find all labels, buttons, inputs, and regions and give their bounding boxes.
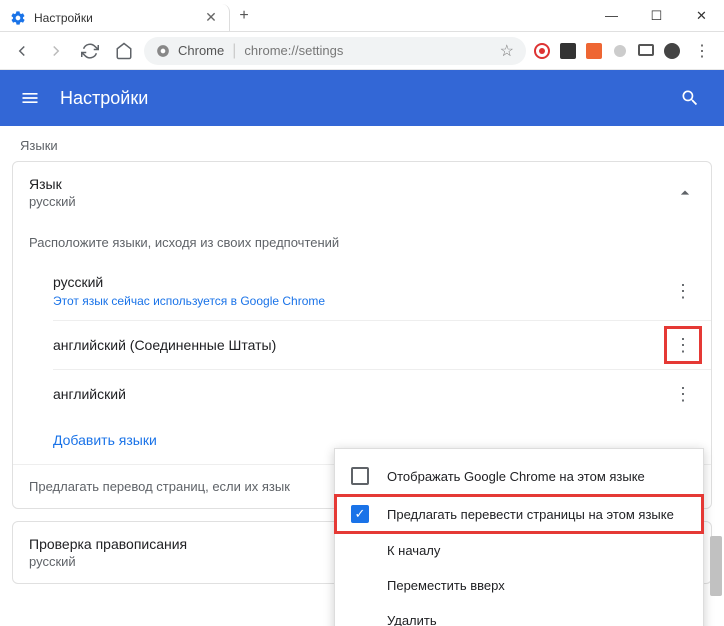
cast-icon[interactable] [636,41,656,61]
language-label: Язык [29,176,675,192]
browser-tab[interactable]: Настройки ✕ [0,4,230,31]
language-row: английский (Соединенные Штаты) ⋮ [53,321,711,370]
browser-menu-button[interactable]: ⋮ [688,41,716,61]
menu-offer-translate[interactable]: ✓ Предлагать перевести страницы на этом … [335,495,703,533]
menu-item-label: Отображать Google Chrome на этом языке [387,469,645,484]
search-icon[interactable] [680,88,704,108]
scrollbar-thumb[interactable] [710,536,722,596]
new-tab-button[interactable]: + [230,0,258,31]
language-name: английский [53,386,671,402]
omnibox-origin: Chrome [178,43,224,58]
language-hint: Расположите языки, исходя из своих предп… [13,223,711,262]
profile-avatar-icon[interactable] [662,41,682,61]
menu-move-up[interactable]: Переместить вверх [335,568,703,603]
tab-title: Настройки [34,11,195,25]
menu-item-label: Предлагать перевести страницы на этом яз… [387,507,674,522]
settings-gear-icon [10,10,26,26]
extension-icon-3[interactable] [584,41,604,61]
kebab-menu-icon[interactable]: ⋮ [671,382,695,406]
close-button[interactable]: ✕ [679,0,724,31]
language-context-menu: Отображать Google Chrome на этом языке ✓… [334,448,704,626]
settings-header: Настройки [0,70,724,126]
kebab-menu-icon[interactable]: ⋮ [671,333,695,357]
maximize-button[interactable]: ☐ [634,0,679,31]
menu-to-top[interactable]: К началу [335,533,703,568]
language-list: русский Этот язык сейчас используется в … [13,262,711,418]
language-name: русский [53,274,671,290]
minimize-button[interactable]: — [589,0,634,31]
chrome-icon [156,44,170,58]
checkbox-unchecked-icon[interactable] [351,467,369,485]
add-language-link[interactable]: Добавить языки [53,432,157,448]
menu-hamburger-icon[interactable] [20,88,44,108]
language-value: русский [29,194,675,209]
chevron-up-icon [675,183,695,203]
section-label: Языки [12,126,712,161]
extension-icon-1[interactable] [532,41,552,61]
extension-icon-4[interactable] [610,41,630,61]
home-button[interactable] [110,37,138,65]
omnibox-url: chrome://settings [244,43,343,58]
language-name: английский (Соединенные Штаты) [53,337,671,353]
page-title: Настройки [60,88,680,109]
menu-item-label: К началу [387,543,440,558]
kebab-menu-icon[interactable]: ⋮ [671,279,695,303]
menu-display-chrome[interactable]: Отображать Google Chrome на этом языке [335,457,703,495]
tab-close-icon[interactable]: ✕ [203,10,219,26]
bookmark-star-icon[interactable]: ☆ [500,41,514,61]
checkbox-checked-icon[interactable]: ✓ [351,505,369,523]
address-bar[interactable]: Chrome | chrome://settings ☆ [144,37,526,65]
menu-item-label: Переместить вверх [387,578,505,593]
menu-delete[interactable]: Удалить [335,603,703,626]
language-row: русский Этот язык сейчас используется в … [53,262,711,321]
settings-content: Языки Язык русский Расположите языки, ис… [0,126,724,626]
back-button[interactable] [8,37,36,65]
browser-toolbar: Chrome | chrome://settings ☆ ⋮ [0,32,724,70]
extension-icon-2[interactable] [558,41,578,61]
window-titlebar: Настройки ✕ + — ☐ ✕ [0,0,724,32]
separator: | [232,42,236,60]
menu-item-label: Удалить [387,613,437,626]
reload-button[interactable] [76,37,104,65]
window-controls: — ☐ ✕ [589,0,724,31]
language-card-header[interactable]: Язык русский [13,162,711,223]
language-note: Этот язык сейчас используется в Google C… [53,294,671,308]
language-row: английский ⋮ [53,370,711,418]
forward-button[interactable] [42,37,70,65]
